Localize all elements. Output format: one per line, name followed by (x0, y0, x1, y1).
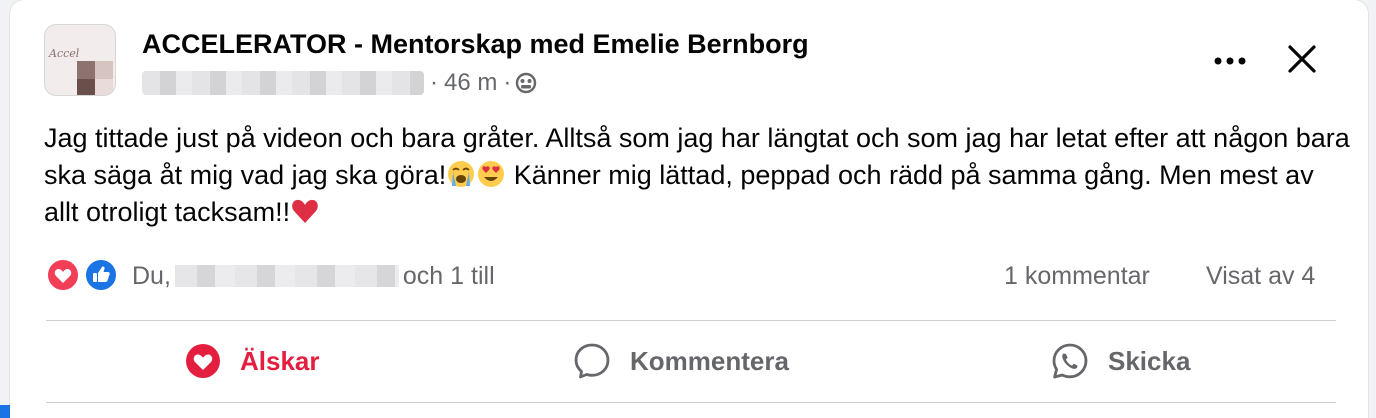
views-count[interactable]: Visat av 4 (1206, 258, 1315, 294)
comments-count-link[interactable]: 1 kommentar (1004, 258, 1150, 294)
post-body: Jag tittade just på videon och bara gråt… (44, 120, 1354, 231)
love-button[interactable]: Älskar (184, 336, 320, 386)
send-button-label: Skicka (1108, 345, 1191, 376)
post-meta: · 46 m · (142, 68, 537, 98)
author-name-blurred[interactable] (142, 71, 424, 95)
heart-icon (186, 344, 220, 378)
reaction-names-prefix: Du, (132, 261, 171, 290)
heart-eyes-emoji (478, 161, 505, 187)
reaction-names[interactable]: Du, och 1 till (132, 258, 495, 294)
more-options-button[interactable] (1206, 44, 1254, 78)
more-icon (1214, 57, 1246, 65)
globe-icon[interactable] (515, 72, 537, 94)
love-reaction-icon[interactable] (46, 258, 80, 292)
red-heart-emoji (292, 199, 318, 223)
avatar-blur (95, 79, 113, 95)
reaction-names-suffix: och 1 till (402, 261, 495, 290)
close-icon (1288, 45, 1316, 73)
love-button-label: Älskar (240, 345, 320, 376)
whatsapp-icon (1052, 343, 1088, 379)
comment-button[interactable]: Kommentera (572, 336, 789, 386)
avatar-blur (95, 61, 113, 79)
comment-icon (574, 343, 610, 379)
avatar-blur (77, 79, 95, 95)
reactions-row: Du, och 1 till 1 kommentar Visat av 4 (46, 258, 1346, 294)
divider (46, 402, 1336, 403)
avatar-blur (77, 61, 95, 79)
like-reaction-icon[interactable] (84, 258, 118, 292)
meta-separator: · (503, 69, 512, 96)
avatar-script-text: Accel (49, 47, 80, 60)
meta-separator: · (430, 69, 438, 96)
reactor-names-blurred (174, 265, 399, 287)
comment-button-label: Kommentera (630, 345, 789, 376)
group-name-link[interactable]: ACCELERATOR - Mentorskap med Emelie Bern… (142, 29, 809, 60)
group-avatar[interactable]: Accel (44, 24, 116, 96)
send-button[interactable]: Skicka (1050, 336, 1190, 386)
post-card: Accel ACCELERATOR - Mentorskap med Emeli… (10, 0, 1368, 418)
divider (46, 320, 1336, 321)
post-time[interactable]: 46 m (444, 69, 497, 97)
loudly-crying-emoji (448, 161, 475, 187)
close-button[interactable] (1278, 40, 1326, 82)
